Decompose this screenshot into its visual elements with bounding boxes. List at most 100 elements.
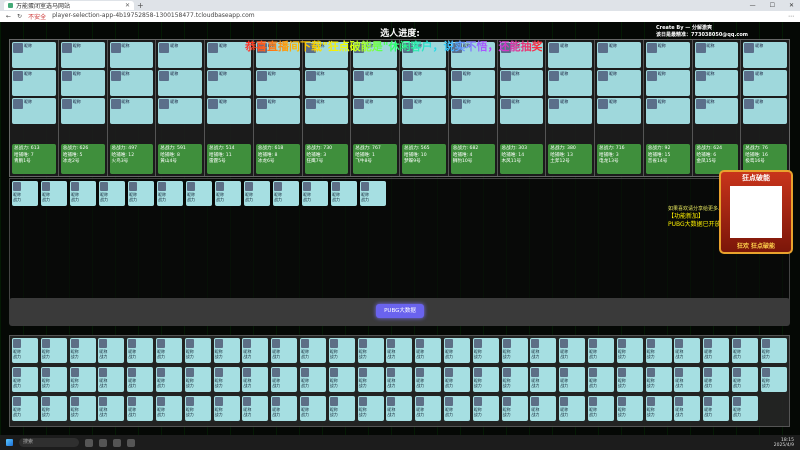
player-card[interactable]: 昵称 战力	[674, 338, 701, 363]
player-card[interactable]: 昵称 战力	[127, 367, 154, 392]
team-player-card[interactable]: 昵称	[304, 98, 349, 124]
team-column[interactable]: 昵称 昵称 昵称 总战力: 497 哈捕唯: 12 火鸟3号	[108, 40, 157, 176]
team-player-card[interactable]: 昵称	[60, 42, 105, 68]
team-player-card[interactable]: 昵称	[645, 98, 690, 124]
team-column[interactable]: 昵称昵称昵称总战力: 618哈捕唯: 8冰龙6号	[254, 40, 303, 176]
team-player-card[interactable]: 昵称	[158, 70, 202, 96]
player-card[interactable]: 昵称 战力	[98, 367, 125, 392]
player-card[interactable]: 昵称 战力	[645, 338, 672, 363]
taskbar-app-icon[interactable]	[85, 438, 93, 447]
team-player-card[interactable]: 昵称	[450, 70, 495, 96]
taskbar-app-icon[interactable]	[113, 438, 121, 447]
team-player-card[interactable]: 昵称	[597, 42, 641, 68]
team-player-card[interactable]: 昵称	[743, 70, 787, 96]
windows-start-icon[interactable]	[6, 439, 13, 446]
player-card[interactable]: 昵称 战力	[12, 338, 38, 363]
player-card[interactable]: 昵称 战力	[530, 367, 557, 392]
player-card[interactable]: 昵称 战力	[184, 338, 211, 363]
player-card[interactable]: 昵称 战力	[616, 338, 643, 363]
player-card[interactable]: 昵称 战力	[530, 338, 557, 363]
team-player-card[interactable]: 昵称	[304, 70, 349, 96]
player-card[interactable]: 昵称 战力	[184, 396, 211, 421]
player-card[interactable]: 昵称 战力	[300, 367, 326, 392]
menu-icon[interactable]: ⋯	[788, 13, 794, 20]
team-player-card[interactable]: 昵称	[694, 98, 739, 124]
player-card[interactable]: 昵称 战力	[300, 338, 326, 363]
player-card[interactable]: 昵称 战力	[157, 181, 183, 206]
player-card[interactable]: 昵称 战力	[703, 367, 730, 392]
player-card[interactable]: 昵称 战力	[12, 181, 38, 206]
player-card[interactable]: 昵称 战力	[40, 396, 67, 421]
player-card[interactable]: 昵称 战力	[40, 338, 67, 363]
player-card[interactable]: 昵称 战力	[41, 181, 67, 206]
team-player-card[interactable]: 昵称	[694, 42, 739, 68]
team-player-card[interactable]: 昵称	[694, 70, 739, 96]
team-player-card[interactable]: 昵称	[450, 98, 495, 124]
player-card[interactable]: 昵称 战力	[472, 367, 499, 392]
player-card[interactable]: 昵称 战力	[703, 338, 730, 363]
team-column[interactable]: 昵称 昵称 昵称 总战力: 514 哈捕唯: 11 雷霆5号	[205, 40, 254, 176]
team-player-card[interactable]: 昵称	[499, 70, 544, 96]
player-card[interactable]: 昵称 战力	[674, 367, 701, 392]
player-card[interactable]: 昵称 战力	[386, 338, 413, 363]
team-player-card[interactable]: 昵称	[255, 70, 300, 96]
player-card[interactable]: 昵称 战力	[271, 367, 298, 392]
player-card[interactable]: 昵称 战力	[444, 367, 470, 392]
team-player-card[interactable]: 昵称	[12, 98, 56, 124]
player-card[interactable]: 昵称 战力	[732, 367, 758, 392]
player-card[interactable]: 昵称 战力	[588, 396, 614, 421]
team-player-card[interactable]: 昵称	[158, 98, 202, 124]
team-player-card[interactable]: 昵称	[402, 98, 446, 124]
player-card[interactable]: 昵称 战力	[616, 367, 643, 392]
player-card[interactable]: 昵称 战力	[328, 338, 355, 363]
player-card[interactable]: 昵称 战力	[360, 181, 386, 206]
player-card[interactable]: 昵称 战力	[156, 396, 182, 421]
team-player-card[interactable]: 昵称	[109, 42, 154, 68]
url-field[interactable]: 不安全 player-selection-app-4b19752858-1300…	[28, 12, 782, 21]
player-card[interactable]: 昵称 战力	[501, 338, 528, 363]
minimize-button[interactable]: —	[750, 2, 756, 9]
player-card[interactable]: 昵称 战力	[588, 367, 614, 392]
player-card[interactable]: 昵称 战力	[215, 181, 241, 206]
player-card[interactable]: 昵称 战力	[760, 367, 787, 392]
player-card[interactable]: 昵称 战力	[357, 367, 384, 392]
team-player-card[interactable]: 昵称	[353, 70, 397, 96]
player-card[interactable]: 昵称 战力	[732, 338, 758, 363]
team-player-card[interactable]: 昵称	[207, 98, 251, 124]
team-player-card[interactable]: 昵称	[645, 42, 690, 68]
team-column[interactable]: 昵称 昵称 昵称 总战力: 380 哈捕唯: 13 土斧12号	[546, 40, 595, 176]
taskbar-app-icon[interactable]	[127, 438, 135, 447]
player-card[interactable]: 昵称 战力	[12, 367, 38, 392]
team-player-card[interactable]: 昵称	[548, 70, 592, 96]
player-card[interactable]: 昵称 战力	[444, 338, 470, 363]
player-card[interactable]: 昵称 战力	[242, 338, 269, 363]
player-card[interactable]: 昵称 战力	[357, 396, 384, 421]
player-card[interactable]: 昵称 战力	[559, 367, 586, 392]
player-card[interactable]: 昵称 战力	[732, 396, 758, 421]
player-card[interactable]: 昵称 战力	[242, 396, 269, 421]
player-card[interactable]: 昵称 战力	[300, 396, 326, 421]
player-card[interactable]: 昵称 战力	[472, 396, 499, 421]
player-card[interactable]: 昵称 战力	[415, 396, 442, 421]
team-column[interactable]: 昵称 昵称 昵称 总战力: 624 哈捕唯: 6 金凤15号	[693, 40, 742, 176]
team-player-card[interactable]: 昵称	[548, 42, 592, 68]
player-card[interactable]: 昵称 战力	[645, 396, 672, 421]
team-column[interactable]: 昵称 昵称 昵称 总战力: 76 哈捕唯: 16 极鸾16号	[741, 40, 789, 176]
back-icon[interactable]: ←	[6, 13, 11, 20]
player-card[interactable]: 昵称 战力	[12, 396, 38, 421]
player-card[interactable]: 昵称 战力	[501, 367, 528, 392]
maximize-button[interactable]: ☐	[770, 2, 775, 9]
team-player-card[interactable]: 昵称	[60, 70, 105, 96]
player-card[interactable]: 昵称 战力	[271, 338, 298, 363]
taskbar-app-icon[interactable]	[99, 438, 107, 447]
player-card[interactable]: 昵称 战力	[156, 367, 182, 392]
player-card[interactable]: 昵称 战力	[244, 181, 270, 206]
player-card[interactable]: 昵称 战力	[415, 367, 442, 392]
team-player-card[interactable]: 昵称	[743, 98, 787, 124]
team-player-card[interactable]: 昵称	[109, 98, 154, 124]
player-card[interactable]: 昵称 战力	[674, 396, 701, 421]
team-player-card[interactable]: 昵称	[60, 98, 105, 124]
team-player-card[interactable]: 昵称	[597, 98, 641, 124]
player-card[interactable]: 昵称 战力	[530, 396, 557, 421]
player-card[interactable]: 昵称 战力	[127, 396, 154, 421]
